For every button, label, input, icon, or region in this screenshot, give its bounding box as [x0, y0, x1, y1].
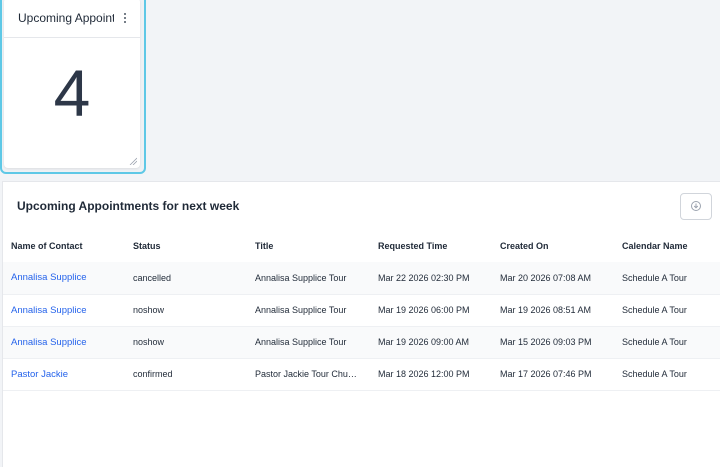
- kebab-menu-icon[interactable]: [120, 11, 130, 25]
- panel-title: Upcoming Appointments for next week: [17, 199, 240, 213]
- upcoming-appointments-widget[interactable]: Upcoming Appointments 4: [0, 0, 146, 174]
- status-cell: cancelled: [125, 262, 247, 295]
- contact-link[interactable]: Annalisa Supplice: [3, 262, 125, 295]
- column-header[interactable]: Title: [247, 230, 370, 262]
- widget-card: Upcoming Appointments 4: [4, 0, 140, 168]
- calendar-name-cell: Schedule A Tour: [614, 326, 720, 359]
- widget-title: Upcoming Appointments: [18, 10, 114, 25]
- column-header[interactable]: Name of Contact: [3, 230, 125, 262]
- column-header[interactable]: Requested Time: [370, 230, 492, 262]
- status-cell: noshow: [125, 326, 247, 359]
- download-icon: [691, 201, 701, 211]
- title-cell: Pastor Jackie Tour Chu…: [247, 358, 370, 391]
- download-button[interactable]: [680, 192, 712, 220]
- requested-time-cell: Mar 19 2026 06:00 PM: [370, 294, 492, 327]
- contact-link[interactable]: Annalisa Supplice: [3, 326, 125, 359]
- widget-value: 4: [53, 56, 91, 130]
- table-row: Annalisa Supplice noshow Annalisa Suppli…: [3, 326, 720, 359]
- table-row: Annalisa Supplice cancelled Annalisa Sup…: [3, 262, 720, 295]
- appointments-table-panel: Upcoming Appointments for next week Name…: [2, 181, 720, 467]
- status-cell: noshow: [125, 294, 247, 327]
- calendar-name-cell: Schedule A Tour: [614, 294, 720, 327]
- table-row: Pastor Jackie confirmed Pastor Jackie To…: [3, 358, 720, 391]
- calendar-name-cell: Schedule A Tour: [614, 358, 720, 391]
- table-header-row: Name of Contact Status Title Requested T…: [3, 230, 720, 262]
- created-on-cell: Mar 15 2026 09:03 PM: [492, 326, 614, 359]
- requested-time-cell: Mar 18 2026 12:00 PM: [370, 358, 492, 391]
- title-cell: Annalisa Supplice Tour: [247, 294, 370, 327]
- requested-time-cell: Mar 22 2026 02:30 PM: [370, 262, 492, 295]
- column-header[interactable]: Status: [125, 230, 247, 262]
- resize-handle-icon[interactable]: [129, 157, 137, 165]
- appointments-table: Name of Contact Status Title Requested T…: [3, 230, 720, 391]
- contact-link[interactable]: Pastor Jackie: [3, 358, 125, 391]
- title-cell: Annalisa Supplice Tour: [247, 326, 370, 359]
- column-header[interactable]: Created On: [492, 230, 614, 262]
- widget-header: Upcoming Appointments: [4, 0, 140, 38]
- panel-header: Upcoming Appointments for next week: [3, 182, 720, 230]
- calendar-name-cell: Schedule A Tour: [614, 262, 720, 295]
- created-on-cell: Mar 19 2026 08:51 AM: [492, 294, 614, 327]
- created-on-cell: Mar 20 2026 07:08 AM: [492, 262, 614, 295]
- title-cell: Annalisa Supplice Tour: [247, 262, 370, 295]
- table-row: Annalisa Supplice noshow Annalisa Suppli…: [3, 294, 720, 327]
- contact-link[interactable]: Annalisa Supplice: [3, 294, 125, 327]
- status-cell: confirmed: [125, 358, 247, 391]
- column-header[interactable]: Calendar Name: [614, 230, 720, 262]
- requested-time-cell: Mar 19 2026 09:00 AM: [370, 326, 492, 359]
- created-on-cell: Mar 17 2026 07:46 PM: [492, 358, 614, 391]
